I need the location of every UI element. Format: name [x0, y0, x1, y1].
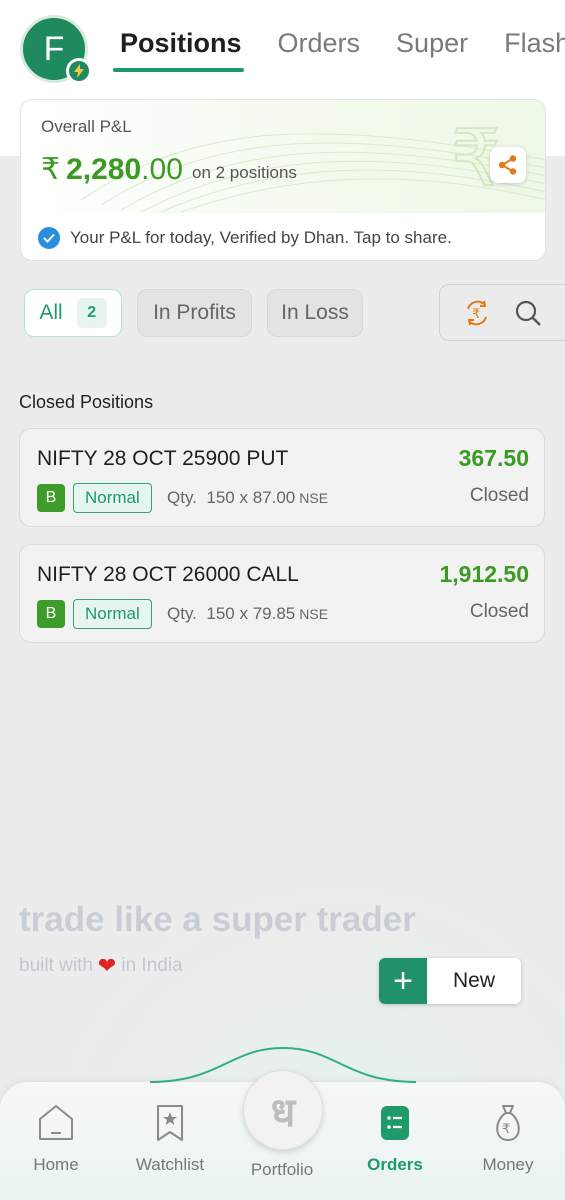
position-pnl: 367.50 — [458, 445, 529, 471]
nav-orders[interactable]: Orders — [345, 1103, 445, 1175]
filter-in-profits[interactable]: In Profits — [137, 289, 252, 337]
nav-portfolio-label: Portfolio — [250, 1160, 314, 1179]
share-button[interactable] — [490, 147, 526, 183]
qty-label: Qty. — [167, 604, 197, 623]
filter-all[interactable]: All 2 — [24, 289, 122, 337]
tab-flash[interactable]: Flash — [504, 28, 565, 72]
filter-in-loss[interactable]: In Loss — [267, 289, 363, 337]
search-icon[interactable] — [514, 299, 542, 327]
brand-tagline: trade like a super trader — [19, 900, 416, 939]
filter-all-label: All — [39, 301, 63, 324]
qty-value: 150 — [206, 604, 235, 623]
filter-in-loss-label: In Loss — [281, 301, 349, 324]
nav-orders-label: Orders — [367, 1155, 423, 1174]
product-type-badge: Normal — [73, 483, 152, 513]
top-tabs: Positions Orders Super Flash — [120, 28, 565, 72]
position-tools: ₹ — [439, 284, 565, 341]
nav-watchlist[interactable]: Watchlist — [120, 1103, 220, 1175]
subtag-after: in India — [121, 955, 183, 976]
tab-orders[interactable]: Orders — [278, 28, 361, 72]
filter-all-count: 2 — [76, 298, 107, 328]
product-type-badge: Normal — [73, 599, 152, 629]
bookmark-star-icon — [157, 1105, 183, 1141]
active-tab-indicator — [113, 68, 244, 72]
nav-watchlist-label: Watchlist — [135, 1155, 205, 1174]
pnl-positions-count: on 2 positions — [192, 163, 297, 182]
pnl-verified-row[interactable]: Your P&L for today, Verified by Dhan. Ta… — [21, 213, 545, 260]
home-icon — [39, 1105, 73, 1140]
position-card[interactable]: NIFTY 28 OCT 25900 PUT 367.50 B Normal Q… — [19, 428, 545, 527]
pnl-title: Overall P&L — [41, 117, 132, 136]
convert-rupee-icon[interactable]: ₹ — [462, 299, 492, 327]
position-symbol: NIFTY 28 OCT 25900 PUT — [37, 447, 289, 470]
position-qty: Qty. 150 x 87.00 NSE — [167, 488, 328, 508]
nav-money-label: Money — [482, 1155, 534, 1174]
filter-in-profits-label: In Profits — [153, 301, 236, 324]
pnl-amount-decimal: .00 — [141, 153, 183, 186]
new-order-button[interactable]: + New — [379, 958, 521, 1004]
brand-subtagline: built with ❤ in India — [19, 953, 183, 979]
svg-text:₹: ₹ — [472, 307, 480, 322]
pnl-card[interactable]: ₹ Overall P&L ₹2,280.00 on 2 positions Y… — [20, 99, 546, 261]
qty-label: Qty. — [167, 488, 197, 507]
tab-super[interactable]: Super — [396, 28, 468, 72]
orders-list-icon — [381, 1106, 409, 1140]
pnl-amount-integer: 2,280 — [66, 153, 142, 186]
pnl-summary: ₹ Overall P&L ₹2,280.00 on 2 positions — [21, 100, 545, 213]
buy-side-badge: B — [37, 600, 65, 628]
position-status: Closed — [469, 601, 529, 622]
position-symbol: NIFTY 28 OCT 26000 CALL — [37, 563, 299, 586]
position-qty: Qty. 150 x 79.85 NSE — [167, 604, 328, 624]
check-verified-icon — [38, 226, 60, 249]
tab-positions[interactable]: Positions — [120, 28, 242, 72]
qty-value: 150 — [206, 488, 235, 507]
avatar-initial: F — [43, 29, 65, 68]
buy-side-badge: B — [37, 484, 65, 512]
position-pnl: 1,912.50 — [439, 561, 529, 587]
avg-price: 87.00 — [252, 488, 296, 507]
closed-positions-heading: Closed Positions — [19, 392, 154, 412]
money-bag-icon: ₹ — [496, 1105, 520, 1142]
nav-home-label: Home — [33, 1155, 79, 1174]
pnl-verified-text: Your P&L for today, Verified by Dhan. Ta… — [70, 227, 452, 247]
share-icon — [498, 155, 517, 175]
nav-money[interactable]: ₹ Money — [458, 1103, 558, 1175]
plus-icon: + — [379, 958, 427, 1004]
nav-portfolio[interactable]: Portfolio — [232, 1160, 332, 1180]
heart-icon: ❤ — [97, 953, 117, 978]
avg-price: 79.85 — [252, 604, 296, 623]
exchange-label: NSE — [299, 490, 329, 506]
pnl-amount: ₹2,280.00 — [41, 152, 183, 187]
subtag-before: built with — [19, 955, 93, 976]
qty-times: x — [239, 604, 248, 623]
flash-badge-icon — [66, 58, 92, 84]
exchange-label: NSE — [299, 606, 329, 622]
portfolio-logo-icon[interactable]: ध — [243, 1070, 323, 1150]
nav-home[interactable]: Home — [6, 1103, 106, 1175]
qty-times: x — [239, 488, 248, 507]
currency-symbol: ₹ — [41, 153, 61, 186]
new-order-label: New — [452, 969, 495, 992]
svg-text:₹: ₹ — [502, 1122, 510, 1137]
position-status: Closed — [469, 485, 529, 506]
position-card[interactable]: NIFTY 28 OCT 26000 CALL 1,912.50 B Norma… — [19, 544, 545, 643]
portfolio-logo-glyph: ध — [270, 1090, 296, 1135]
